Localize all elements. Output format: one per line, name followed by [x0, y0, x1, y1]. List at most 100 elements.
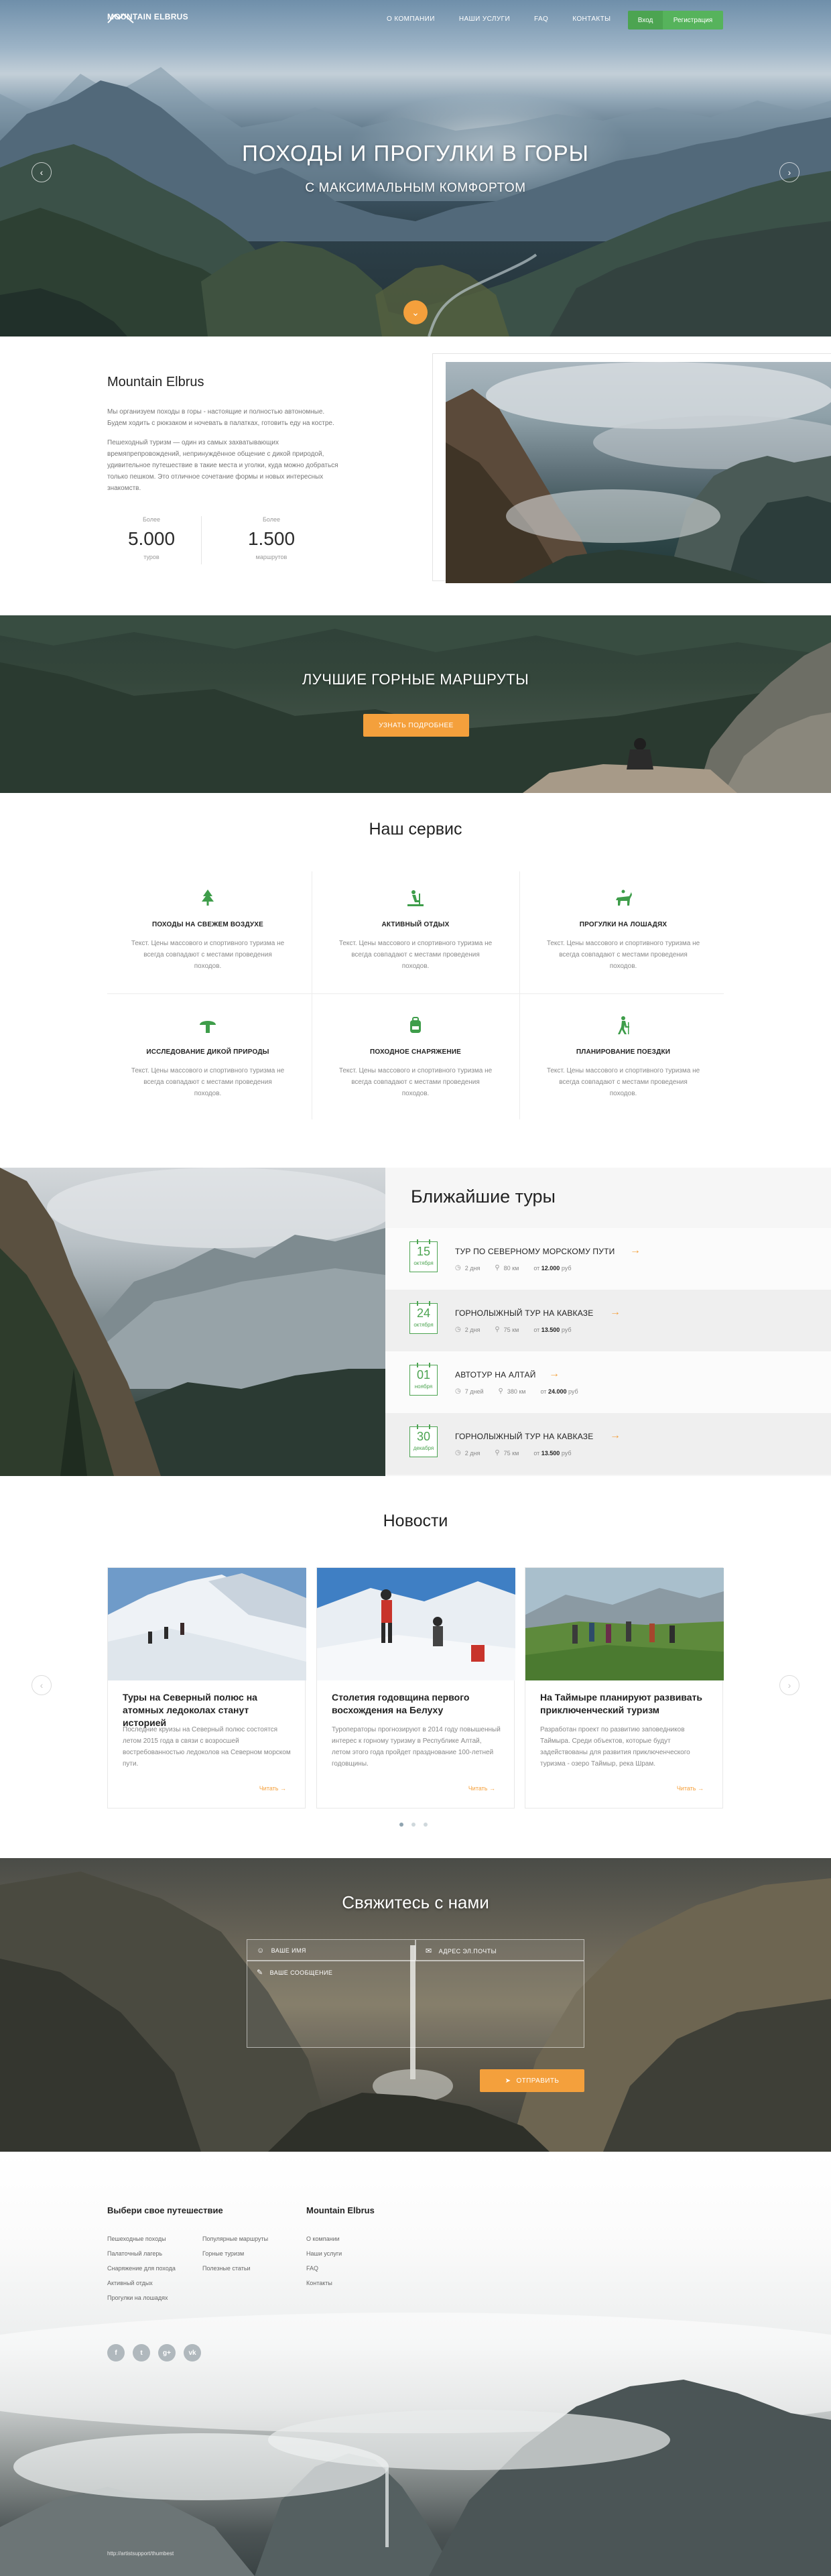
- tour-duration: 7 дней: [464, 1388, 484, 1395]
- calendar-date-badge: 24 октября: [409, 1301, 438, 1334]
- name-input[interactable]: ☺ ВАШЕ ИМЯ: [247, 1939, 416, 1961]
- tour-name[interactable]: ГОРНОЛЫЖНЫЙ ТУР НА КАВКАЗЕ: [455, 1308, 593, 1318]
- tour-day: 01: [416, 1368, 431, 1382]
- read-more-link[interactable]: Читать →: [259, 1785, 286, 1792]
- tour-price-prefix: от: [533, 1264, 540, 1272]
- service-item[interactable]: ПЛАНИРОВАНИЕ ПОЕЗДКИ Текст. Цены массово…: [519, 1016, 727, 1143]
- login-button[interactable]: Вход: [628, 11, 663, 29]
- tour-row[interactable]: 30 декабря ГОРНОЛЫЖНЫЙ ТУР НА КАВКАЗЕ → …: [385, 1413, 831, 1475]
- about-title: Mountain Elbrus: [107, 375, 204, 389]
- hiker-icon: [618, 1016, 629, 1034]
- tour-distance: 380 км: [507, 1388, 526, 1395]
- google-plus-icon[interactable]: g+: [158, 2344, 176, 2362]
- service-description: Текст. Цены массового и спортивного тури…: [338, 940, 493, 970]
- pencil-icon: ✎: [257, 1969, 263, 1977]
- nav-item-contacts[interactable]: КОНТАКТЫ: [572, 15, 611, 23]
- news-card[interactable]: Столетия годовщина первого восхождения н…: [316, 1567, 515, 1808]
- footer-link[interactable]: Снаряжение для похода: [107, 2265, 176, 2272]
- hero-prev-arrow-icon[interactable]: ‹: [31, 162, 52, 182]
- email-input[interactable]: ✉ АДРЕС ЭЛ.ПОЧТЫ: [416, 1939, 584, 1961]
- register-button[interactable]: Регистрация: [663, 11, 723, 29]
- send-button[interactable]: ➤ ОТПРАВИТЬ: [480, 2069, 584, 2092]
- footer-link[interactable]: Активный отдых: [107, 2280, 153, 2286]
- news-title-text[interactable]: На Таймыре планируют развивать приключен…: [540, 1691, 711, 1717]
- tour-currency: руб: [568, 1388, 578, 1395]
- hero-section: MOUNTAIN ELBRUS О КОМПАНИИ НАШИ УСЛУГИ F…: [0, 0, 831, 336]
- location-pin-icon: ⚲: [495, 1326, 500, 1333]
- service-item[interactable]: ПОХОДЫ НА СВЕЖЕМ ВОЗДУХЕ Текст. Цены мас…: [104, 888, 312, 1016]
- tour-name[interactable]: ТУР ПО СЕВЕРНОМУ МОРСКОМУ ПУТИ: [455, 1247, 615, 1256]
- logo[interactable]: MOUNTAIN ELBRUS: [107, 12, 188, 23]
- service-item[interactable]: АКТИВНЫЙ ОТДЫХ Текст. Цены массового и с…: [312, 888, 519, 1016]
- news-text: Последние круизы на Северный полюс состо…: [123, 1726, 291, 1768]
- clock-icon: ◷: [455, 1326, 461, 1333]
- vk-icon[interactable]: vk: [184, 2344, 201, 2362]
- nav-item-about[interactable]: О КОМПАНИИ: [387, 15, 435, 23]
- footer-col1-title: Выбери свое путешествие: [107, 2205, 223, 2215]
- tour-meta: ◷ 2 дня ⚲ 75 км от 13.500 руб: [455, 1449, 571, 1457]
- tour-row[interactable]: 24 октября ГОРНОЛЫЖНЫЙ ТУР НА КАВКАЗЕ → …: [385, 1290, 831, 1351]
- tour-row[interactable]: 01 ноября АВТОТУР НА АЛТАЙ → ◷ 7 дней ⚲ 38…: [385, 1351, 831, 1413]
- arrow-right-icon[interactable]: →: [610, 1306, 621, 1318]
- location-pin-icon: ⚲: [495, 1449, 500, 1457]
- tour-month: октября: [413, 1322, 434, 1328]
- news-card[interactable]: На Таймыре планируют развивать приключен…: [525, 1567, 724, 1808]
- stat-prefix: Более: [143, 516, 160, 523]
- tour-name[interactable]: АВТОТУР НА АЛТАЙ: [455, 1370, 536, 1379]
- read-more-link[interactable]: Читать →: [468, 1785, 495, 1792]
- arrow-right-icon: →: [698, 1785, 704, 1792]
- footer-link[interactable]: Популярные маршруты: [202, 2235, 268, 2242]
- tour-duration: 2 дня: [464, 1264, 481, 1272]
- twitter-icon[interactable]: t: [133, 2344, 150, 2362]
- footer-link[interactable]: Прогулки на лошадях: [107, 2294, 168, 2301]
- scroll-down-button[interactable]: ⌄: [403, 300, 428, 324]
- tour-name[interactable]: ГОРНОЛЫЖНЫЙ ТУР НА КАВКАЗЕ: [455, 1432, 593, 1441]
- service-name: ПЛАНИРОВАНИЕ ПОЕЗДКИ: [576, 1048, 671, 1056]
- tour-duration: 2 дня: [464, 1326, 481, 1333]
- service-item[interactable]: ПРОГУЛКИ НА ЛОШАДЯХ Текст. Цены массовог…: [519, 888, 727, 1016]
- service-name: ПОХОДНОЕ СНАРЯЖЕНИЕ: [369, 1048, 462, 1056]
- tour-meta: ◷ 7 дней ⚲ 380 км от 24.000 руб: [455, 1388, 578, 1395]
- news-card[interactable]: Туры на Северный полюс на атомных ледоко…: [107, 1567, 306, 1808]
- read-more-link[interactable]: Читать →: [677, 1785, 704, 1792]
- footer-link[interactable]: О компании: [306, 2235, 340, 2242]
- news-prev-arrow-icon[interactable]: ‹: [31, 1675, 52, 1695]
- footer-link[interactable]: Контакты: [306, 2280, 332, 2286]
- message-textarea[interactable]: ✎ ВАШЕ СООБЩЕНИЕ: [247, 1961, 584, 2048]
- pagination-dot[interactable]: [411, 1823, 416, 1827]
- arrow-right-icon[interactable]: →: [610, 1430, 621, 1442]
- nav-item-services[interactable]: НАШИ УСЛУГИ: [459, 15, 510, 23]
- facebook-icon[interactable]: f: [107, 2344, 125, 2362]
- stat-divider: [201, 516, 202, 564]
- service-description: Текст. Цены массового и спортивного тури…: [131, 1067, 285, 1097]
- news-title-text[interactable]: Столетия годовщина первого восхождения н…: [332, 1691, 503, 1717]
- about-paragraph-1: Мы организуем походы в горы - настоящие …: [107, 408, 334, 427]
- calendar-date-badge: 30 декабря: [409, 1424, 438, 1457]
- footer-link[interactable]: Полезные статьи: [202, 2265, 251, 2272]
- stat-number: 5.000: [127, 528, 176, 549]
- footer-link[interactable]: FAQ: [306, 2265, 318, 2272]
- arrow-right-icon[interactable]: →: [549, 1368, 560, 1380]
- footer-link[interactable]: Пешеходные походы: [107, 2235, 166, 2242]
- service-item[interactable]: ИССЛЕДОВАНИЕ ДИКОЙ ПРИРОДЫ Текст. Цены м…: [104, 1016, 312, 1143]
- footer-link[interactable]: Наши услуги: [306, 2250, 342, 2257]
- news-next-arrow-icon[interactable]: ›: [779, 1675, 800, 1695]
- tour-month: октября: [413, 1260, 434, 1266]
- tour-row[interactable]: 15 октября ТУР ПО СЕВЕРНОМУ МОРСКОМУ ПУТ…: [385, 1228, 831, 1290]
- stat-routes: Более 1.500 маршрутов: [245, 516, 298, 560]
- footer-link[interactable]: Горные туризм: [202, 2250, 244, 2257]
- footer-link[interactable]: Палаточный лагерь: [107, 2250, 162, 2257]
- hero-subtitle: С МАКСИМАЛЬНЫМ КОМФОРТОМ: [305, 181, 526, 195]
- service-item[interactable]: ПОХОДНОЕ СНАРЯЖЕНИЕ Текст. Цены массовог…: [312, 1016, 519, 1143]
- tour-price-prefix: от: [533, 1326, 540, 1333]
- service-name: ПОХОДЫ НА СВЕЖЕМ ВОЗДУХЕ: [151, 921, 264, 928]
- pagination-dot[interactable]: [424, 1823, 428, 1827]
- pagination-dot[interactable]: [399, 1823, 403, 1827]
- news-text: Туроператоры прогнозируют в 2014 году по…: [332, 1726, 501, 1768]
- nav-item-faq[interactable]: FAQ: [534, 15, 548, 23]
- arrow-right-icon[interactable]: →: [630, 1245, 641, 1257]
- hero-next-arrow-icon[interactable]: ›: [779, 162, 800, 182]
- stat-number: 1.500: [247, 528, 296, 549]
- learn-more-button[interactable]: УЗНАТЬ ПОДРОБНЕЕ: [363, 714, 469, 737]
- tour-currency: руб: [561, 1264, 572, 1272]
